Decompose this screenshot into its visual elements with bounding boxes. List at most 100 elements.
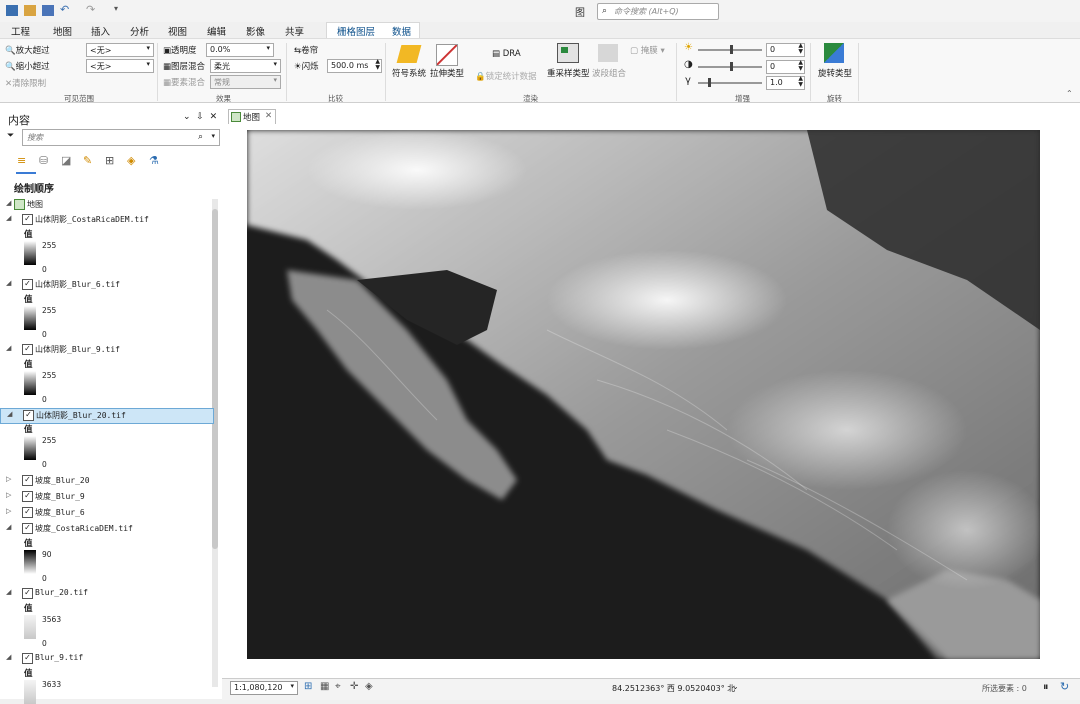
band-combination-button[interactable]: 波段组合: [592, 67, 626, 79]
layer-visibility-checkbox[interactable]: ✓: [22, 279, 33, 290]
feature-blend-combo[interactable]: 常规 ▾: [210, 75, 281, 89]
map-scale-combo[interactable]: 1:1,080,120 ▾: [230, 681, 298, 695]
collapse-ribbon-icon[interactable]: ⌃: [1066, 89, 1073, 98]
stepper-arrows-icon[interactable]: ▲ ▼: [375, 59, 380, 71]
list-by-drawing-order-icon[interactable]: ≡: [17, 154, 26, 167]
command-search-input[interactable]: ⌕ 命令搜索 (Alt+Q): [597, 3, 719, 20]
zoom-out-combo[interactable]: <无> ▾: [86, 59, 154, 73]
rotation-type-button[interactable]: 旋转类型: [818, 67, 852, 79]
save-icon[interactable]: [42, 5, 54, 16]
layer-row[interactable]: ◢ ✓ 山体阴影_CostaRicaDEM.tif: [0, 213, 212, 227]
tab-analysis[interactable]: 分析: [130, 24, 149, 38]
map-canvas[interactable]: [247, 130, 1040, 659]
close-tab-icon[interactable]: ✕: [265, 111, 272, 121]
expand-arrow-icon[interactable]: ▷: [6, 491, 11, 499]
tab-share[interactable]: 共享: [285, 24, 304, 38]
pane-scrollbar-thumb[interactable]: [212, 209, 218, 549]
map-node[interactable]: ◢ 地图: [0, 198, 212, 212]
clear-limits-button[interactable]: ✕清除限制: [5, 77, 46, 89]
collapse-arrow-icon[interactable]: ◢: [7, 410, 12, 418]
pane-menu-icon[interactable]: ⌄: [183, 112, 191, 122]
color-ramp-swatch[interactable]: [24, 550, 36, 574]
expand-arrow-icon[interactable]: ▷: [6, 507, 11, 515]
collapse-arrow-icon[interactable]: ◢: [6, 344, 11, 352]
pin-icon[interactable]: ⇩: [196, 112, 204, 122]
zoom-in-combo[interactable]: <无> ▾: [86, 43, 154, 57]
collapse-arrow-icon[interactable]: ◢: [6, 588, 11, 596]
customize-qat-icon[interactable]: ▾: [114, 4, 118, 13]
list-by-data-source-icon[interactable]: ⛁: [39, 154, 48, 167]
dra-button[interactable]: ▤ DRA: [492, 49, 521, 59]
coordinate-format-dropdown[interactable]: ⌄: [732, 682, 739, 691]
pause-icon[interactable]: ⏸: [1043, 680, 1049, 694]
list-by-perspective-icon[interactable]: ⚗: [149, 154, 159, 167]
stepper-arrows-icon[interactable]: ▲ ▼: [798, 43, 803, 55]
snap-icon[interactable]: ⌖: [335, 681, 341, 692]
filter-icon[interactable]: ⏷: [7, 131, 14, 141]
transparency-combo[interactable]: 0.0% ▾: [206, 43, 274, 57]
collapse-arrow-icon[interactable]: ◢: [6, 199, 11, 207]
contrast-slider[interactable]: [698, 62, 762, 71]
layer-row[interactable]: ▷ ✓ 坡度_Blur_9: [0, 490, 212, 504]
slider-thumb[interactable]: [708, 78, 711, 87]
mask-button[interactable]: ▢ 掩膜 ▾: [630, 44, 665, 56]
contrast-stepper[interactable]: 0 ▲ ▼: [766, 60, 805, 74]
layer-visibility-checkbox[interactable]: ✓: [23, 410, 34, 421]
swipe-button[interactable]: ⇆卷帘: [294, 44, 318, 56]
collapse-arrow-icon[interactable]: ◢: [6, 653, 11, 661]
close-icon[interactable]: ✕: [210, 112, 218, 122]
list-by-selection-icon[interactable]: ◪: [61, 154, 71, 167]
map-view-tab[interactable]: 地图 ✕: [228, 109, 276, 124]
layer-visibility-checkbox[interactable]: ✓: [22, 507, 33, 518]
tab-imagery[interactable]: 影像: [246, 24, 265, 38]
tab-project[interactable]: 工程: [11, 24, 30, 38]
layer-row[interactable]: ▷ ✓ 坡度_Blur_20: [0, 474, 212, 488]
new-project-icon[interactable]: [6, 5, 18, 16]
list-by-editing-icon[interactable]: ✎: [83, 154, 92, 167]
color-ramp-swatch[interactable]: [24, 615, 36, 639]
color-ramp-swatch[interactable]: [24, 371, 36, 395]
open-project-icon[interactable]: [24, 5, 36, 16]
layer-visibility-checkbox[interactable]: ✓: [22, 214, 33, 225]
collapse-arrow-icon[interactable]: ◢: [6, 214, 11, 222]
grid-icon[interactable]: ▦: [320, 681, 329, 692]
tab-edit[interactable]: 编辑: [207, 24, 226, 38]
layer-visibility-checkbox[interactable]: ✓: [22, 523, 33, 534]
layer-row[interactable]: ◢ ✓ Blur_9.tif: [0, 652, 212, 666]
layer-row[interactable]: ◢ ✓ 坡度_CostaRicaDEM.tif: [0, 522, 212, 536]
zoom-in-beyond-button[interactable]: 🔍放大超过: [5, 44, 50, 56]
undo-icon[interactable]: ↶: [60, 3, 69, 16]
flicker-rate-stepper[interactable]: 500.0 ms ▲ ▼: [327, 59, 382, 73]
tab-view[interactable]: 视图: [168, 24, 187, 38]
contents-search-input[interactable]: 搜索 ⌕ ▾: [22, 129, 220, 146]
collapse-arrow-icon[interactable]: ◢: [6, 523, 11, 531]
layer-visibility-checkbox[interactable]: ✓: [22, 588, 33, 599]
brightness-slider[interactable]: [698, 45, 762, 54]
stretch-type-button[interactable]: 拉伸类型: [430, 67, 464, 79]
layer-visibility-checkbox[interactable]: ✓: [22, 653, 33, 664]
collapse-arrow-icon[interactable]: ◢: [6, 279, 11, 287]
lock-statistics-button[interactable]: 🔒锁定统计数据: [475, 70, 537, 82]
layer-row[interactable]: ▷ ✓ 坡度_Blur_6: [0, 506, 212, 520]
tab-map[interactable]: 地图: [53, 24, 72, 38]
stepper-arrows-icon[interactable]: ▲ ▼: [798, 76, 803, 88]
tab-data[interactable]: 数据: [392, 24, 411, 38]
symbology-button[interactable]: 符号系统: [392, 67, 426, 79]
layer-row[interactable]: ◢ ✓ 山体阴影_Blur_20.tif: [0, 408, 214, 424]
layer-row[interactable]: ◢ ✓ Blur_20.tif: [0, 587, 212, 601]
zoom-out-beyond-button[interactable]: 🔍缩小超过: [5, 60, 50, 72]
slider-thumb[interactable]: [730, 62, 733, 71]
resampling-type-button[interactable]: 重采样类型: [547, 67, 590, 79]
tab-insert[interactable]: 插入: [91, 24, 110, 38]
brightness-stepper[interactable]: 0 ▲ ▼: [766, 43, 805, 57]
navigate-icon[interactable]: ✛: [350, 681, 358, 692]
chevron-down-icon[interactable]: ▾: [211, 132, 215, 140]
redo-icon[interactable]: ↷: [86, 3, 95, 16]
layer-visibility-checkbox[interactable]: ✓: [22, 475, 33, 486]
color-ramp-swatch[interactable]: [24, 436, 36, 460]
stepper-arrows-icon[interactable]: ▲ ▼: [798, 60, 803, 72]
gamma-stepper[interactable]: 1.0 ▲ ▼: [766, 76, 805, 90]
gamma-slider[interactable]: [698, 78, 762, 87]
color-ramp-swatch[interactable]: [24, 306, 36, 330]
slider-thumb[interactable]: [730, 45, 733, 54]
